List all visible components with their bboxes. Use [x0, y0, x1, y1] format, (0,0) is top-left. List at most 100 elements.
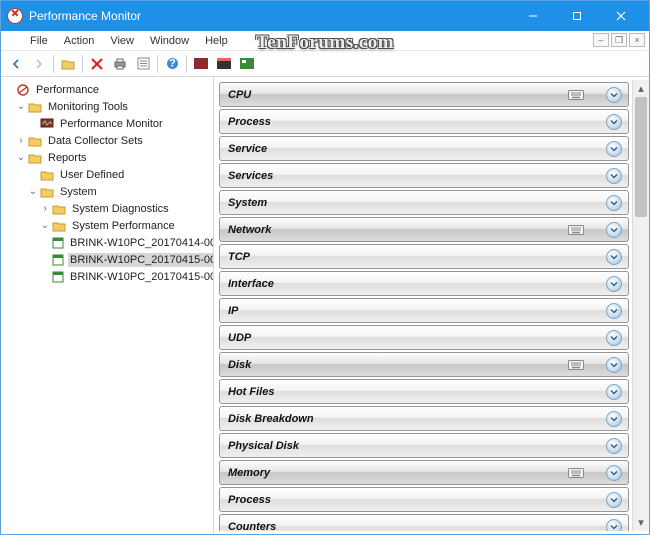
toolbar-view-3[interactable]	[236, 53, 258, 75]
expand-circle-icon[interactable]	[606, 303, 622, 319]
menu-action[interactable]: Action	[57, 33, 102, 49]
toolbar-view-2[interactable]	[213, 53, 235, 75]
expand-circle-icon[interactable]	[606, 411, 622, 427]
tree-panel: Performance ⌄Monitoring Tools Performanc…	[1, 77, 214, 534]
tree-root[interactable]: Performance	[3, 81, 211, 98]
expand-circle-icon[interactable]	[606, 438, 622, 454]
report-section-row[interactable]: CPU	[219, 82, 629, 107]
tree-system[interactable]: ⌄System	[3, 183, 211, 200]
report-section-row[interactable]: System	[219, 190, 629, 215]
report-section-row[interactable]: Hot Files	[219, 379, 629, 404]
tree-report-item[interactable]: BRINK-W10PC_20170414-000001	[3, 234, 211, 251]
scroll-thumb[interactable]	[635, 97, 647, 217]
row-label: Service	[228, 143, 267, 155]
expand-circle-icon[interactable]	[606, 87, 622, 103]
delete-button[interactable]	[86, 53, 108, 75]
row-label: TCP	[228, 251, 250, 263]
report-section-row[interactable]: Interface	[219, 271, 629, 296]
tree-performance-monitor[interactable]: Performance Monitor	[3, 115, 211, 132]
row-label: Memory	[228, 467, 270, 479]
help-button[interactable]: ?	[161, 53, 183, 75]
collapse-icon[interactable]: ›	[39, 203, 51, 214]
report-section-row[interactable]: Services	[219, 163, 629, 188]
mdi-restore-button[interactable]: ❐	[611, 33, 627, 47]
mdi-minimize-button[interactable]: –	[593, 33, 609, 47]
mdi-close-button[interactable]: ×	[629, 33, 645, 47]
maximize-button[interactable]	[555, 1, 599, 31]
tree-report-item[interactable]: BRINK-W10PC_20170415-000002	[3, 251, 211, 268]
menubar-app-icon	[5, 34, 19, 48]
folder-icon	[39, 185, 55, 199]
tree-monitoring-tools[interactable]: ⌄Monitoring Tools	[3, 98, 211, 115]
expand-icon[interactable]: ⌄	[15, 101, 27, 112]
report-section-row[interactable]: TCP	[219, 244, 629, 269]
app-icon	[7, 8, 23, 24]
forward-button[interactable]	[28, 53, 50, 75]
expand-circle-icon[interactable]	[606, 141, 622, 157]
tree-reports[interactable]: ⌄Reports	[3, 149, 211, 166]
report-section-row[interactable]: Memory	[219, 460, 629, 485]
folder-icon	[39, 168, 55, 182]
expand-circle-icon[interactable]	[606, 276, 622, 292]
menu-window[interactable]: Window	[143, 33, 196, 49]
report-section-row[interactable]: Physical Disk	[219, 433, 629, 458]
report-section-row[interactable]: Disk Breakdown	[219, 406, 629, 431]
expand-circle-icon[interactable]	[606, 195, 622, 211]
monitor-icon	[39, 117, 55, 131]
report-icon	[51, 253, 65, 267]
tree-system-diagnostics[interactable]: ›System Diagnostics	[3, 200, 211, 217]
tree-user-defined[interactable]: User Defined	[3, 166, 211, 183]
scroll-up-button[interactable]: ▴	[633, 80, 649, 97]
scroll-down-button[interactable]: ▾	[633, 514, 649, 531]
expand-circle-icon[interactable]	[606, 384, 622, 400]
back-button[interactable]	[5, 53, 27, 75]
expand-icon[interactable]: ⌄	[39, 220, 51, 231]
tree-report-item[interactable]: BRINK-W10PC_20170415-000003	[3, 268, 211, 285]
expand-circle-icon[interactable]	[606, 519, 622, 532]
expand-circle-icon[interactable]	[606, 465, 622, 481]
row-label: IP	[228, 305, 238, 317]
tree-system-performance[interactable]: ⌄System Performance	[3, 217, 211, 234]
menu-help[interactable]: Help	[198, 33, 235, 49]
collapse-icon[interactable]: ›	[15, 135, 27, 146]
folder-icon	[51, 219, 67, 233]
expand-circle-icon[interactable]	[606, 168, 622, 184]
menu-view[interactable]: View	[103, 33, 141, 49]
expand-circle-icon[interactable]	[606, 492, 622, 508]
menubar: File Action View Window Help – ❐ ×	[1, 31, 649, 51]
report-section-list: CPUProcessServiceServicesSystemNetworkTC…	[217, 80, 632, 531]
report-section-row[interactable]: UDP	[219, 325, 629, 350]
folder-icon	[27, 100, 43, 114]
row-label: Process	[228, 494, 271, 506]
expand-circle-icon[interactable]	[606, 222, 622, 238]
vertical-scrollbar[interactable]: ▴ ▾	[632, 80, 649, 531]
toolbar-view-1[interactable]	[190, 53, 212, 75]
report-section-row[interactable]: IP	[219, 298, 629, 323]
menu-file[interactable]: File	[23, 33, 55, 49]
report-section-row[interactable]: Disk	[219, 352, 629, 377]
keyboard-icon	[568, 89, 584, 101]
row-label: Interface	[228, 278, 274, 290]
expand-circle-icon[interactable]	[606, 330, 622, 346]
report-section-row[interactable]: Service	[219, 136, 629, 161]
expand-circle-icon[interactable]	[606, 114, 622, 130]
expand-circle-icon[interactable]	[606, 357, 622, 373]
tree-data-collector-sets[interactable]: ›Data Collector Sets	[3, 132, 211, 149]
expand-icon[interactable]: ⌄	[15, 152, 27, 163]
close-button[interactable]	[599, 1, 643, 31]
expand-icon[interactable]: ⌄	[27, 186, 39, 197]
report-section-row[interactable]: Process	[219, 109, 629, 134]
report-section-row[interactable]: Process	[219, 487, 629, 512]
print-button[interactable]	[109, 53, 131, 75]
properties-button[interactable]	[132, 53, 154, 75]
row-label: UDP	[228, 332, 251, 344]
window-title: Performance Monitor	[29, 9, 141, 23]
report-section-row[interactable]: Counters	[219, 514, 629, 531]
report-icon	[51, 270, 65, 284]
main-panel: CPUProcessServiceServicesSystemNetworkTC…	[214, 77, 649, 534]
minimize-button[interactable]	[511, 1, 555, 31]
expand-circle-icon[interactable]	[606, 249, 622, 265]
open-button[interactable]	[57, 53, 79, 75]
report-section-row[interactable]: Network	[219, 217, 629, 242]
mdi-controls: – ❐ ×	[593, 33, 645, 47]
